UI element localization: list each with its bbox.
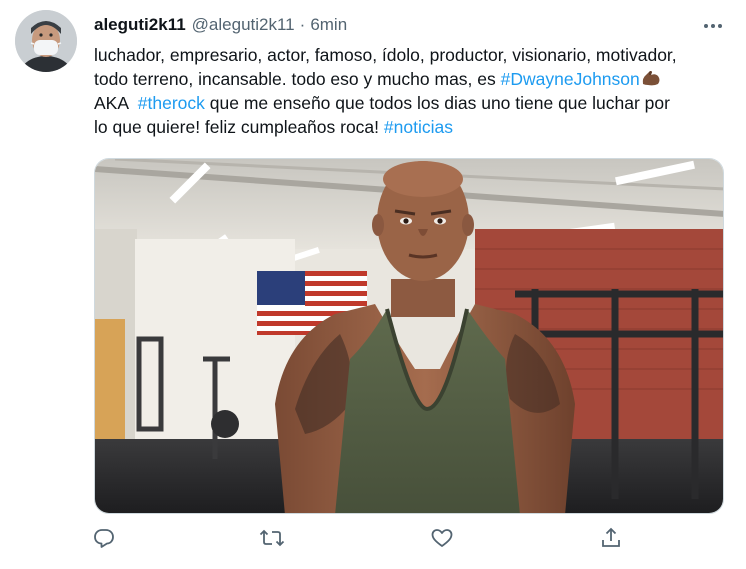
tweet-text-segment: todo terreno, incansable. todo eso y muc… (94, 69, 501, 89)
user-handle[interactable]: @aleguti2k11 (192, 15, 295, 34)
tweet-actions (0, 526, 746, 558)
reply-icon (94, 529, 114, 548)
hashtag-link[interactable]: #therock (138, 93, 205, 113)
more-options-button[interactable] (702, 18, 724, 34)
tweet-text-segment: que me enseño que todos los dias uno tie… (204, 93, 670, 113)
timestamp[interactable]: 6min (310, 15, 347, 34)
tweet-card: aleguti2k11 @aleguti2k11 · 6min luchador, e… (0, 0, 746, 569)
heart-icon (431, 529, 453, 547)
display-name[interactable]: aleguti2k11 (94, 15, 186, 34)
tweet-text-line-4: lo que quiere! feliz cumpleaños roca! #n… (94, 115, 734, 139)
retweet-icon (259, 529, 285, 547)
hashtag-link[interactable]: #DwayneJohnson (501, 69, 640, 89)
share-icon (602, 527, 620, 547)
flexed-biceps-emoji-icon (640, 68, 662, 88)
share-button[interactable] (599, 526, 627, 554)
tweet-photo[interactable] (94, 158, 724, 514)
gym-photo-image (95, 159, 723, 513)
tweet-text: luchador, empresario, actor, famoso, ído… (94, 43, 734, 139)
tweet-text-line-1: luchador, empresario, actor, famoso, ído… (94, 45, 677, 65)
tweet-text-segment: AKA (94, 93, 138, 113)
retweet-button[interactable] (259, 526, 287, 554)
reply-button[interactable] (92, 526, 120, 554)
hashtag-link[interactable]: #noticias (384, 117, 453, 137)
tweet-text-line-2: todo terreno, incansable. todo eso y muc… (94, 67, 734, 91)
avatar-image (15, 10, 77, 72)
like-button[interactable] (430, 526, 458, 554)
tweet-header: aleguti2k11 @aleguti2k11 · 6min (94, 14, 347, 36)
separator-dot: · (299, 15, 306, 34)
more-icon (704, 24, 722, 28)
tweet-text-line-3: AKA #therock que me enseño que todos los… (94, 91, 734, 115)
tweet-text-segment: lo que quiere! feliz cumpleaños roca! (94, 117, 384, 137)
avatar[interactable] (15, 10, 77, 72)
